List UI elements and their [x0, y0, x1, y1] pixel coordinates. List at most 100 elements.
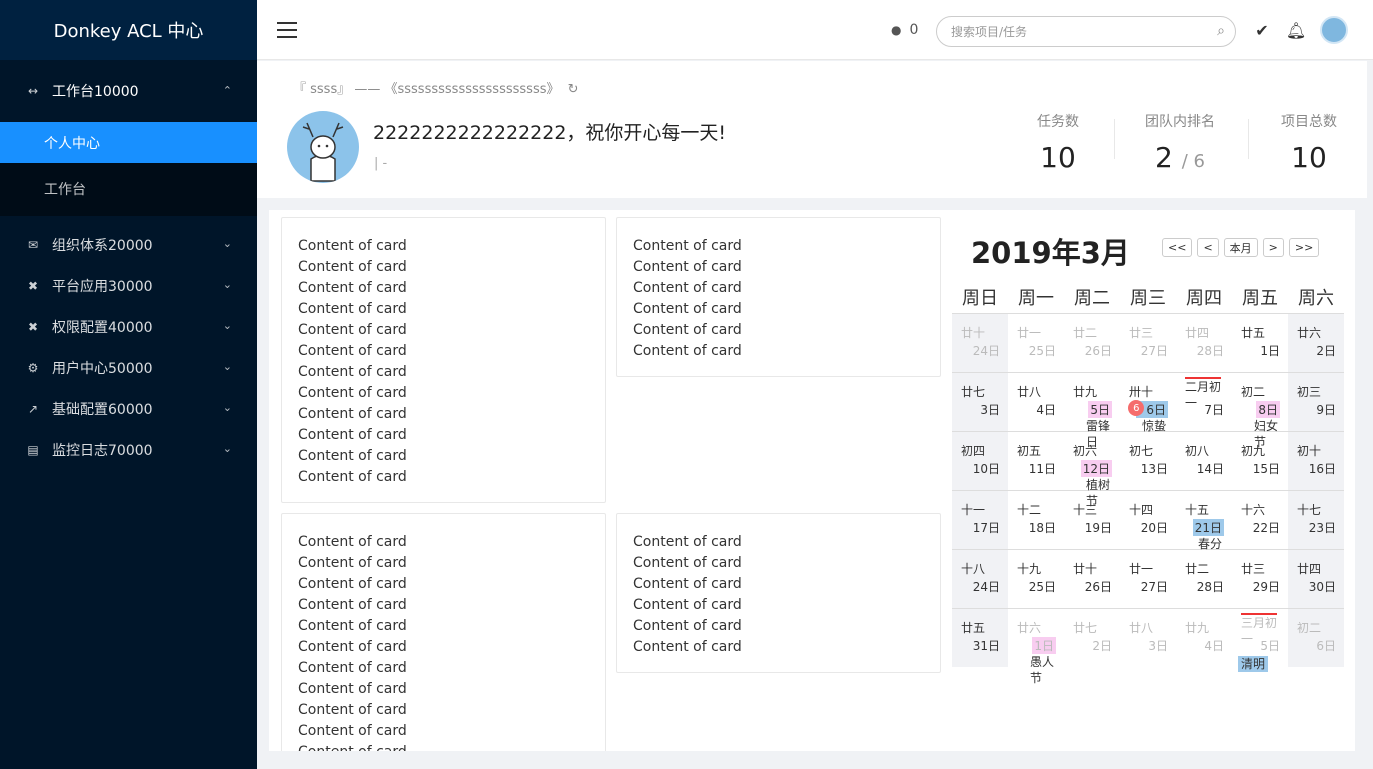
lunar-date: 廿七 [1073, 621, 1098, 635]
day-number: 21日 [1192, 519, 1224, 536]
this-month-button[interactable]: 本月 [1223, 238, 1258, 257]
calendar-day-cell[interactable]: 廿六 2日 [1288, 314, 1344, 372]
day-number: 10日 [972, 462, 1000, 476]
calendar-week-row: 初四 10日 初五 11日 初六 12日 植树节 初七 13日 初八 14日 初九 15日 初十 16日 [952, 431, 1344, 508]
calendar-day-cell[interactable]: 廿九 4日 [1176, 609, 1232, 667]
calendar-day-cell[interactable]: 十五 21日 春分 [1176, 491, 1232, 551]
content-card: Content of card Content of card Content of… [281, 513, 606, 751]
check-circle-icon[interactable]: ✔ [1252, 20, 1272, 40]
calendar-day-cell[interactable]: 十二 18日 [1008, 491, 1064, 549]
avatar[interactable] [1320, 16, 1348, 44]
menu-group-basic-config[interactable]: ↗ 基础配置60000 ⌄ [0, 388, 257, 429]
calendar-day-cell[interactable]: 十七 23日 [1288, 491, 1344, 549]
calendar-day-cell[interactable]: 廿八 3日 [1120, 609, 1176, 667]
calendar-day-cell[interactable]: 廿四 28日 [1176, 314, 1232, 372]
calendar-day-cell[interactable]: 廿一 27日 [1120, 550, 1176, 608]
lunar-date: 十九 [1017, 562, 1042, 576]
menu-group-platform-apps[interactable]: ✖ 平台应用30000 ⌄ [0, 265, 257, 306]
lunar-date: 初六 [1073, 444, 1098, 458]
menu-group-monitor-log[interactable]: ▤ 监控日志70000 ⌄ [0, 429, 257, 470]
weekday-label: 周六 [1298, 288, 1334, 309]
calendar-day-cell[interactable]: 二月初一 7日 [1176, 373, 1232, 431]
calendar-day-cell[interactable]: 十一 17日 [952, 491, 1008, 549]
calendar-day-cell[interactable]: 廿八 4日 [1008, 373, 1064, 431]
calendar-day-cell[interactable]: 初十 16日 [1288, 432, 1344, 490]
calendar-day-cell[interactable]: 廿七 3日 [952, 373, 1008, 431]
calendar-day-cell[interactable]: 初六 12日 植树节 [1064, 432, 1120, 508]
sidebar-item-workbench[interactable]: 工作台 [0, 168, 257, 209]
submenu: 个人中心 工作台 [0, 122, 257, 216]
calendar-day-cell[interactable]: 十三 19日 [1064, 491, 1120, 549]
bell-icon[interactable]: 🔔︎ [1286, 20, 1306, 40]
calendar-day-cell[interactable]: 廿五 1日 [1232, 314, 1288, 372]
stat-value: 2 / 6 [1155, 141, 1205, 174]
calendar-day-cell[interactable]: 廿九 5日 雷锋日 [1064, 373, 1120, 449]
calendar-day-cell[interactable]: 廿三 27日 [1120, 314, 1176, 372]
search-icon[interactable]: ⌕ [1217, 23, 1225, 39]
next-month-button[interactable]: > [1262, 238, 1284, 257]
calendar-day-cell[interactable]: 廿七 2日 [1064, 609, 1120, 667]
calendar-day-cell[interactable]: 初三 9日 [1288, 373, 1344, 431]
search-placeholder: 搜索项目/任务 [951, 25, 1028, 39]
weekday-label: 周一 [1018, 288, 1054, 309]
sidebar-item-personal-center[interactable]: 个人中心 [0, 122, 257, 163]
next-year-button[interactable]: >> [1288, 238, 1320, 257]
lunar-date: 廿四 [1297, 562, 1322, 576]
calendar-day-cell[interactable]: 初二 8日 妇女节 [1232, 373, 1288, 449]
event-count-badge[interactable]: 6 [1128, 400, 1145, 416]
card-line: Content of card [298, 406, 407, 422]
refresh-icon[interactable]: ↻ [568, 82, 579, 97]
calendar-day-cell[interactable]: 三月初一 5日 清明 [1232, 609, 1288, 672]
calendar-day-cell[interactable]: 廿四 30日 [1288, 550, 1344, 608]
card-line: Content of card [298, 723, 407, 739]
day-number: 24日 [972, 580, 1000, 594]
menu-group-permissions[interactable]: ✖ 权限配置40000 ⌄ [0, 306, 257, 347]
calendar-day-cell[interactable]: 十九 25日 [1008, 550, 1064, 608]
lunar-date: 廿二 [1185, 562, 1210, 576]
lunar-date: 廿十 [1073, 562, 1098, 576]
day-number: 31日 [972, 639, 1000, 653]
calendar-day-cell[interactable]: 廿十 26日 [1064, 550, 1120, 608]
calendar-day-cell[interactable]: 初九 15日 [1232, 432, 1288, 490]
card-line: Content of card [298, 322, 407, 338]
card-line: Content of card [298, 364, 407, 380]
online-users[interactable]: ● 0 [891, 22, 918, 38]
calendar-day-cell[interactable]: 十四 20日 [1120, 491, 1176, 549]
menu-group-workbench[interactable]: ↔ 工作台10000 ⌃ [0, 60, 257, 122]
calendar-day-cell[interactable]: 初八 14日 [1176, 432, 1232, 490]
calendar-day-cell[interactable]: 初五 11日 [1008, 432, 1064, 490]
chevron-down-icon: ⌄ [222, 360, 232, 373]
card-line: Content of card [633, 618, 742, 634]
calendar-day-cell[interactable]: 廿六 1日 愚人节 [1008, 609, 1064, 685]
calendar-day-cell[interactable]: 初二 6日 [1288, 609, 1344, 667]
menu-toggle-icon[interactable] [277, 22, 297, 38]
prev-month-button[interactable]: < [1197, 238, 1219, 257]
calendar-day-cell[interactable]: 廿十 24日 [952, 314, 1008, 372]
calendar-day-cell[interactable]: 初四 10日 [952, 432, 1008, 490]
swap-arrows-icon: ↔ [27, 84, 39, 98]
calendar-day-cell[interactable]: 廿一 25日 [1008, 314, 1064, 372]
lunar-date: 廿九 [1073, 385, 1098, 399]
calendar-day-cell[interactable]: 初七 13日 [1120, 432, 1176, 490]
calendar-day-cell[interactable]: 十六 22日 [1232, 491, 1288, 549]
prev-year-button[interactable]: << [1162, 238, 1193, 257]
card-line: Content of card [298, 576, 407, 592]
lunar-date: 十四 [1129, 503, 1154, 517]
card-line: Content of card [633, 576, 742, 592]
tools-icon: ✖ [27, 319, 39, 334]
menu-group-user-center[interactable]: ⚙ 用户中心50000 ⌄ [0, 347, 257, 388]
calendar-day-cell[interactable]: 卅十 6日 6 惊蛰 [1120, 373, 1176, 433]
card-line: Content of card [633, 259, 742, 275]
calendar-day-cell[interactable]: 廿三 29日 [1232, 550, 1288, 608]
search-input[interactable]: 搜索项目/任务 ⌕ [936, 16, 1236, 47]
lunar-date: 初九 [1241, 444, 1266, 458]
calendar-day-cell[interactable]: 廿二 26日 [1064, 314, 1120, 372]
menu-group-organization[interactable]: ✉ 组织体系20000 ⌄ [0, 224, 257, 265]
calendar-day-cell[interactable]: 廿二 28日 [1176, 550, 1232, 608]
calendar-day-cell[interactable]: 十八 24日 [952, 550, 1008, 608]
calendar-day-cell[interactable]: 廿五 31日 [952, 609, 1008, 667]
document-icon: ▤ [27, 442, 39, 457]
app-logo-title[interactable]: Donkey ACL 中心 [0, 0, 257, 60]
day-number: 12日 [1080, 460, 1112, 477]
day-number: 13日 [1140, 462, 1168, 476]
